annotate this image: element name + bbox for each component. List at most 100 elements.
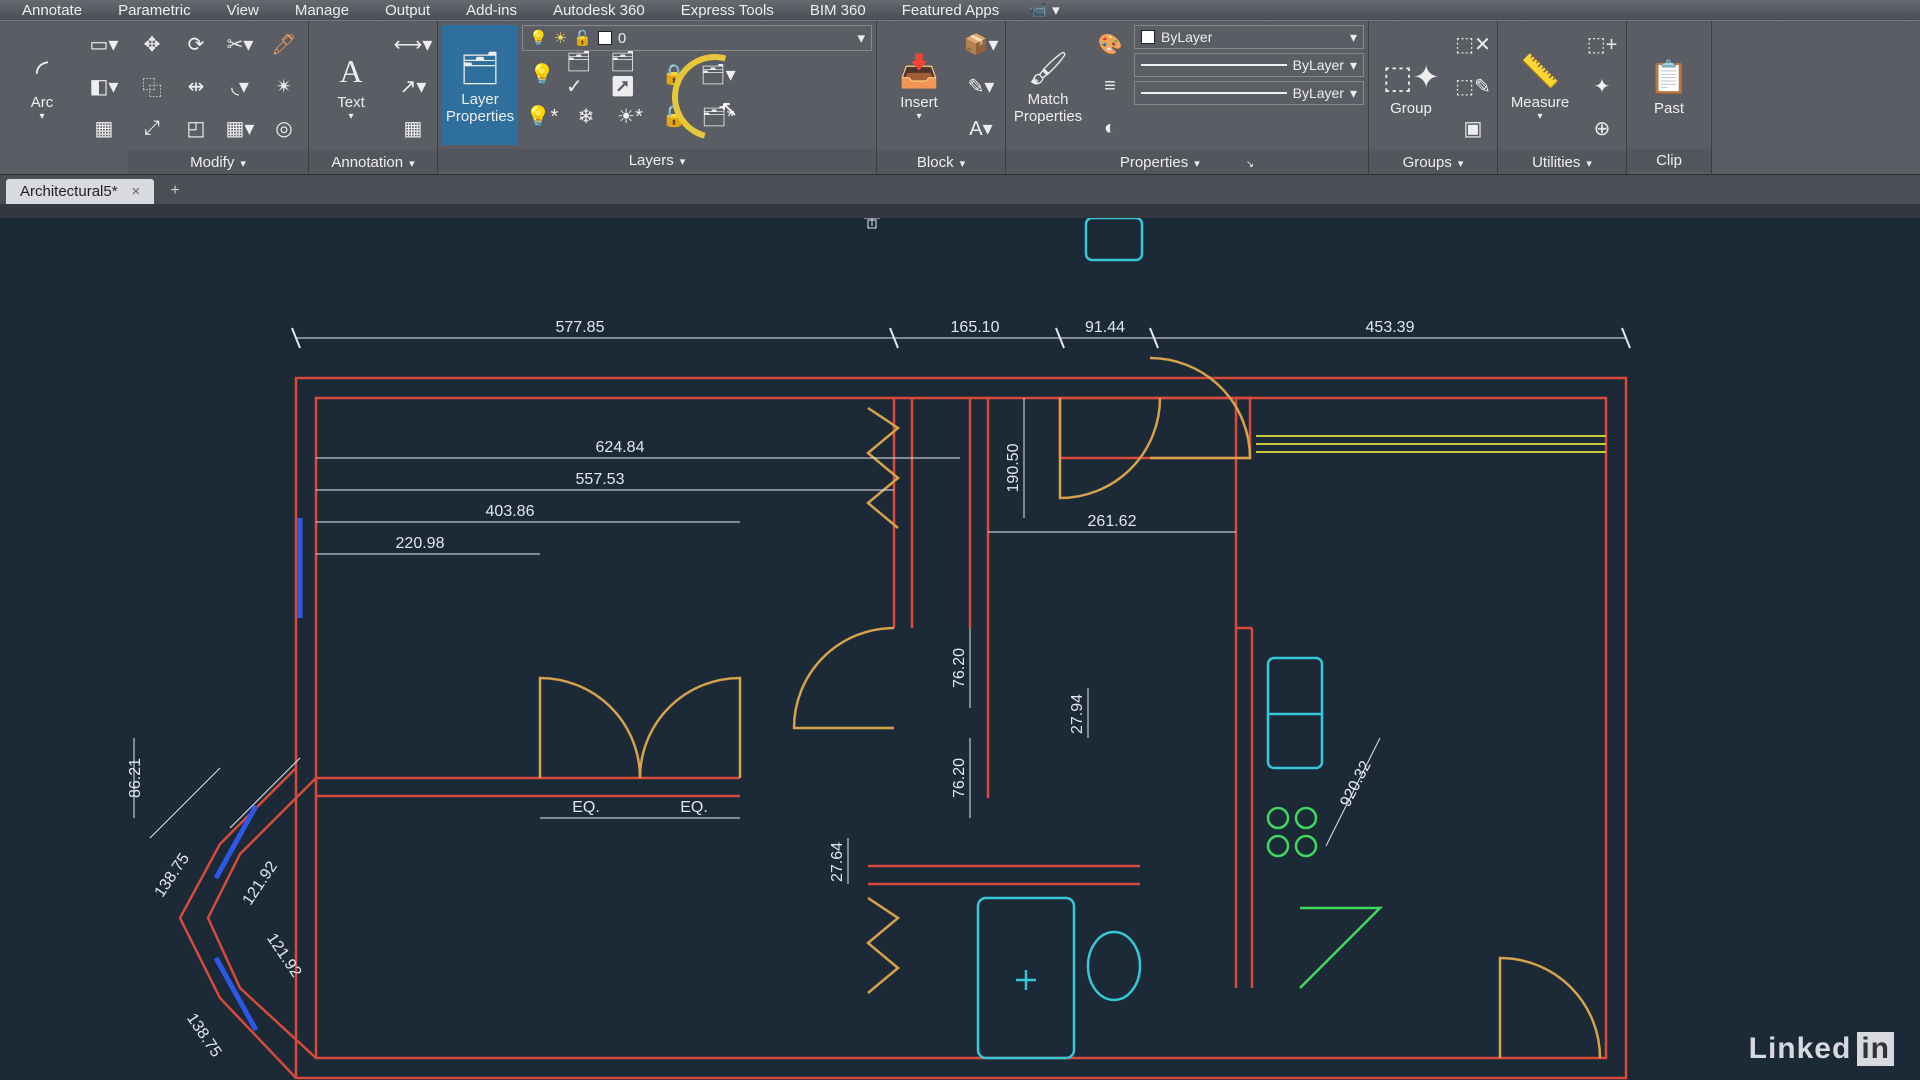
array-button[interactable]: ▦▾ — [220, 109, 260, 147]
layer-dropdown[interactable]: 💡 ☀ 🔓 0 ▾ — [522, 25, 872, 51]
arc-button[interactable]: ◜ Arc — [4, 25, 80, 145]
array-icon: ▦▾ — [226, 116, 255, 141]
leader-button[interactable]: ↗▾ — [393, 67, 433, 105]
panel-groups: ⬚✦ Group ⬚✕ ⬚✎ ▣ Groups — [1369, 21, 1498, 174]
linetype-button[interactable]: ≡ — [1090, 67, 1130, 105]
draw-tool-1[interactable]: ◧▾ — [84, 67, 124, 105]
layer-match-button[interactable]: 🗂↗ — [610, 55, 650, 93]
group-edit-button[interactable]: ⬚✎ — [1453, 67, 1493, 105]
svg-text:624.84: 624.84 — [596, 439, 645, 456]
erase-button[interactable]: 🖊 — [264, 25, 304, 63]
dimension-icon: ⟷▾ — [394, 32, 433, 57]
panel-properties: 🖌 Match Properties 🎨 ≡ ◐ ByLayer▾ ByLaye… — [1006, 21, 1369, 174]
layer-walk-button[interactable]: 🗂* — [698, 97, 738, 135]
match-properties-label: Match Properties — [1014, 91, 1082, 125]
panel-annotation: A Text ⟷▾ ↗▾ ▦ Annotation — [309, 21, 438, 174]
menu-view[interactable]: View — [209, 2, 277, 19]
svg-text:138.75: 138.75 — [183, 1010, 225, 1060]
panel-layers: 🗂 Layer Properties 💡 ☀ 🔓 0 ▾ 💡 🗂✓ 🗂↗ 🔒 — [438, 21, 877, 174]
transparency-button[interactable]: ◐ — [1090, 109, 1130, 147]
svg-text:403.86: 403.86 — [486, 503, 535, 520]
menu-featuredapps[interactable]: Featured Apps — [884, 2, 1018, 19]
layer-iso-button[interactable]: 💡* — [522, 97, 562, 135]
panel-block-title[interactable]: Block — [877, 151, 1005, 174]
svg-text:261.62: 261.62 — [1088, 513, 1137, 530]
panel-layers-title[interactable]: Layers — [438, 149, 876, 172]
rectangle-icon: ▭▾ — [90, 32, 119, 57]
menu-autodesk360[interactable]: Autodesk 360 — [535, 2, 663, 19]
svg-text:577.85: 577.85 — [556, 319, 605, 336]
menu-parametric[interactable]: Parametric — [100, 2, 209, 19]
rotate-button[interactable]: ⟳ — [176, 25, 216, 63]
measure-button[interactable]: 📏 Measure — [1502, 25, 1578, 145]
group-bbox-button[interactable]: ▣ — [1453, 109, 1493, 147]
interior-walls — [316, 398, 1252, 988]
offset-button[interactable]: ◎ — [264, 109, 304, 147]
layer-properties-button[interactable]: 🗂 Layer Properties — [442, 25, 518, 145]
table-button[interactable]: ▦ — [393, 109, 433, 147]
panel-groups-title[interactable]: Groups — [1369, 151, 1497, 174]
copy-button[interactable]: ⿻ — [132, 67, 172, 105]
lineweight-dropdown[interactable]: ByLayer▾ — [1134, 53, 1364, 77]
dimension-button[interactable]: ⟷▾ — [393, 25, 433, 63]
move-button[interactable]: ✥ — [132, 25, 172, 63]
panel-clipboard-title[interactable]: Clip — [1627, 149, 1711, 172]
color-wheel-button[interactable]: 🎨 — [1090, 25, 1130, 63]
rectangle-button[interactable]: ▭▾ — [84, 25, 124, 63]
stretch-button[interactable]: ⤢ — [132, 109, 172, 147]
draw-tool-2[interactable]: ▦ — [84, 109, 124, 147]
layer-off-button[interactable]: 💡 — [522, 55, 562, 93]
close-tab-button[interactable]: × — [132, 183, 141, 200]
new-tab-button[interactable]: + — [160, 178, 189, 204]
select-all-button[interactable]: ⬚+ — [1582, 25, 1622, 63]
counter-top — [1256, 436, 1606, 452]
menu-addins[interactable]: Add-ins — [448, 2, 535, 19]
menu-annotate[interactable]: Annotate — [4, 2, 100, 19]
edit-attr-button[interactable]: A▾ — [961, 109, 1001, 147]
text-icon: A — [339, 53, 362, 90]
group-button[interactable]: ⬚✦ Group — [1373, 25, 1449, 145]
layer-make-current-button[interactable]: 🗂✓ — [566, 55, 606, 93]
menu-output[interactable]: Output — [367, 2, 448, 19]
layer-thaw-button[interactable]: ☀* — [610, 97, 650, 135]
menu-expresstools[interactable]: Express Tools — [663, 2, 792, 19]
menu-manage[interactable]: Manage — [277, 2, 367, 19]
insert-label: Insert — [900, 94, 938, 111]
panel-modify-title[interactable]: Modify — [128, 151, 308, 174]
panel-properties-title[interactable]: Properties — [1006, 151, 1368, 174]
file-tab-name: Architectural5* — [20, 183, 118, 200]
layer-freeze-button[interactable]: ❄ — [566, 97, 606, 135]
fillet-button[interactable]: ◟▾ — [220, 67, 260, 105]
paste-button[interactable]: 📋 Past — [1631, 25, 1707, 145]
trim-button[interactable]: ✂▾ — [220, 25, 260, 63]
ungroup-button[interactable]: ⬚✕ — [1453, 25, 1493, 63]
quick-calc-button[interactable]: ✦ — [1582, 67, 1622, 105]
layer-states-button[interactable]: 🗂▾ — [698, 55, 738, 93]
insert-icon: 📥 — [899, 52, 939, 90]
explode-button[interactable]: ✴ — [264, 67, 304, 105]
panel-utilities-title[interactable]: Utilities — [1498, 151, 1626, 174]
point-button[interactable]: ⊕ — [1582, 109, 1622, 147]
edit-block-button[interactable]: ✎▾ — [961, 67, 1001, 105]
linetype-dropdown[interactable]: ByLayer▾ — [1134, 81, 1364, 105]
file-tab[interactable]: Architectural5* × — [6, 179, 154, 204]
match-properties-button[interactable]: 🖌 Match Properties — [1010, 25, 1086, 145]
paste-label: Past — [1654, 100, 1684, 117]
color-dropdown[interactable]: ByLayer▾ — [1134, 25, 1364, 49]
panel-annotation-title[interactable]: Annotation — [309, 151, 437, 174]
mirror-button[interactable]: ⇹ — [176, 67, 216, 105]
layer-lock-button[interactable]: 🔒 — [654, 55, 694, 93]
create-block-button[interactable]: 📦▾ — [961, 25, 1001, 63]
svg-text:121.92: 121.92 — [263, 930, 305, 980]
svg-text:91.44: 91.44 — [1085, 319, 1125, 336]
text-button[interactable]: A Text — [313, 25, 389, 145]
scale-button[interactable]: ◰ — [176, 109, 216, 147]
drawing-canvas[interactable]: 577.85 165.10 91.44 453.39 — [0, 218, 1920, 1080]
menu-bim360[interactable]: BIM 360 — [792, 2, 884, 19]
svg-text:920.32: 920.32 — [1337, 758, 1374, 809]
layer-unlock-button[interactable]: 🔓 — [654, 97, 694, 135]
insert-button[interactable]: 📥 Insert — [881, 25, 957, 145]
layer-properties-label: Layer Properties — [446, 91, 514, 125]
screencast-icon[interactable]: 📹 ▾ — [1029, 1, 1059, 19]
table-icon: ▦ — [404, 116, 423, 141]
